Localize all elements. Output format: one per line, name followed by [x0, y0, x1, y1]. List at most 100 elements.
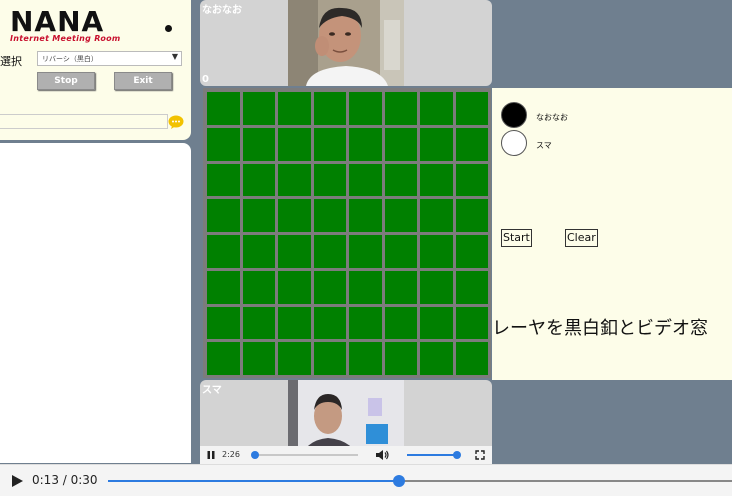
board-cell[interactable] — [313, 127, 346, 161]
board-cell[interactable] — [207, 306, 240, 340]
board-cell[interactable] — [349, 306, 382, 340]
board-cell[interactable] — [313, 342, 346, 375]
board-cell[interactable] — [384, 163, 417, 197]
embedded-video-progress[interactable] — [251, 451, 358, 459]
board-cell[interactable] — [455, 127, 488, 161]
video-panel-top: なおなお 0 — [200, 0, 492, 86]
embedded-volume-slider[interactable] — [407, 451, 461, 459]
board-cell[interactable] — [313, 306, 346, 340]
logo-sub-text: Internet Meeting Room — [10, 34, 121, 43]
video-player-bar: 0:13 / 0:30 — [0, 464, 732, 496]
board-cell[interactable] — [349, 270, 382, 304]
board-cell[interactable] — [313, 235, 346, 268]
board-cell[interactable] — [313, 270, 346, 304]
board-cell[interactable] — [420, 342, 453, 375]
board-cell[interactable] — [455, 270, 488, 304]
board-cell[interactable] — [384, 306, 417, 340]
stop-button[interactable]: Stop — [37, 72, 95, 90]
board-cell[interactable] — [455, 306, 488, 340]
board-cell[interactable] — [384, 270, 417, 304]
fullscreen-icon[interactable] — [475, 450, 485, 460]
play-icon[interactable] — [10, 474, 24, 488]
board-cell[interactable] — [207, 199, 240, 232]
board-cell[interactable] — [313, 163, 346, 197]
board-cell[interactable] — [313, 92, 346, 125]
board-cell[interactable] — [278, 92, 311, 125]
board-cell[interactable] — [455, 235, 488, 268]
marquee-instruction: レーヤを黒白釦とビデオ窓 — [492, 318, 708, 339]
clear-button[interactable]: Clear — [565, 229, 598, 247]
board-cell[interactable] — [242, 270, 275, 304]
chat-bubble-icon[interactable] — [168, 115, 184, 129]
board-cell[interactable] — [313, 199, 346, 232]
pause-icon[interactable] — [206, 450, 216, 460]
board-cell[interactable] — [420, 127, 453, 161]
board-cell[interactable] — [207, 235, 240, 268]
board-cell[interactable] — [349, 127, 382, 161]
board-cell[interactable] — [420, 199, 453, 232]
board-cell[interactable] — [242, 199, 275, 232]
game-info-panel: なおなお スマ Start Clear レーヤを黒白釦とビデオ窓 — [492, 88, 732, 380]
board-cell[interactable] — [420, 92, 453, 125]
board-cell[interactable] — [420, 306, 453, 340]
start-button[interactable]: Start — [501, 229, 532, 247]
board-cell[interactable] — [349, 342, 382, 375]
board-cell[interactable] — [420, 163, 453, 197]
board-cell[interactable] — [455, 342, 488, 375]
white-disc-button[interactable] — [501, 130, 527, 156]
board-cell[interactable] — [278, 306, 311, 340]
board-cell[interactable] — [242, 127, 275, 161]
board-cell[interactable] — [349, 92, 382, 125]
webcam-feed-top — [288, 0, 404, 86]
board-cell[interactable] — [207, 163, 240, 197]
board-cell[interactable] — [455, 92, 488, 125]
reversi-board[interactable] — [203, 88, 491, 378]
board-cell[interactable] — [207, 92, 240, 125]
board-cell[interactable] — [207, 127, 240, 161]
player-progress-fill — [108, 480, 400, 482]
video-player-name: なおなお — [202, 5, 242, 16]
board-cell[interactable] — [242, 235, 275, 268]
board-cell[interactable] — [384, 92, 417, 125]
volume-handle[interactable] — [453, 451, 461, 459]
board-cell[interactable] — [420, 270, 453, 304]
board-cell[interactable] — [278, 270, 311, 304]
select-label: 選択 — [0, 55, 22, 68]
board-cell[interactable] — [349, 199, 382, 232]
player-time: 0:13 / 0:30 — [32, 473, 98, 487]
board-cell[interactable] — [349, 235, 382, 268]
board-cell[interactable] — [278, 235, 311, 268]
game-select-value: リバーシ（黒白） — [42, 55, 98, 63]
game-select[interactable]: リバーシ（黒白） ▼ — [37, 51, 182, 66]
board-cell[interactable] — [455, 163, 488, 197]
board-cell[interactable] — [278, 199, 311, 232]
board-cell[interactable] — [420, 235, 453, 268]
board-cell[interactable] — [242, 306, 275, 340]
board-cell[interactable] — [278, 127, 311, 161]
board-cell[interactable] — [242, 342, 275, 375]
board-cell[interactable] — [384, 127, 417, 161]
video-player-score: 0 — [202, 74, 209, 85]
exit-button[interactable]: Exit — [114, 72, 172, 90]
control-panel: NANA Internet Meeting Room 選択 リバーシ（黒白） ▼… — [0, 0, 191, 140]
player-progress-handle[interactable] — [393, 475, 406, 487]
board-cell[interactable] — [384, 199, 417, 232]
embedded-progress-handle[interactable] — [251, 451, 260, 459]
board-cell[interactable] — [278, 342, 311, 375]
board-cell[interactable] — [207, 342, 240, 375]
board-cell[interactable] — [349, 163, 382, 197]
player-progress-bar[interactable] — [108, 475, 732, 487]
player-name-black: なおなお — [536, 113, 568, 122]
board-cell[interactable] — [384, 342, 417, 375]
board-cell[interactable] — [278, 163, 311, 197]
status-dot-icon — [165, 25, 172, 32]
board-cell[interactable] — [242, 92, 275, 125]
volume-icon[interactable] — [375, 449, 389, 461]
chat-input[interactable] — [0, 114, 168, 129]
board-cell[interactable] — [207, 270, 240, 304]
black-disc-button[interactable] — [501, 102, 527, 128]
board-cell[interactable] — [455, 199, 488, 232]
embedded-video-time: 2:26 — [222, 450, 240, 459]
board-cell[interactable] — [384, 235, 417, 268]
board-cell[interactable] — [242, 163, 275, 197]
